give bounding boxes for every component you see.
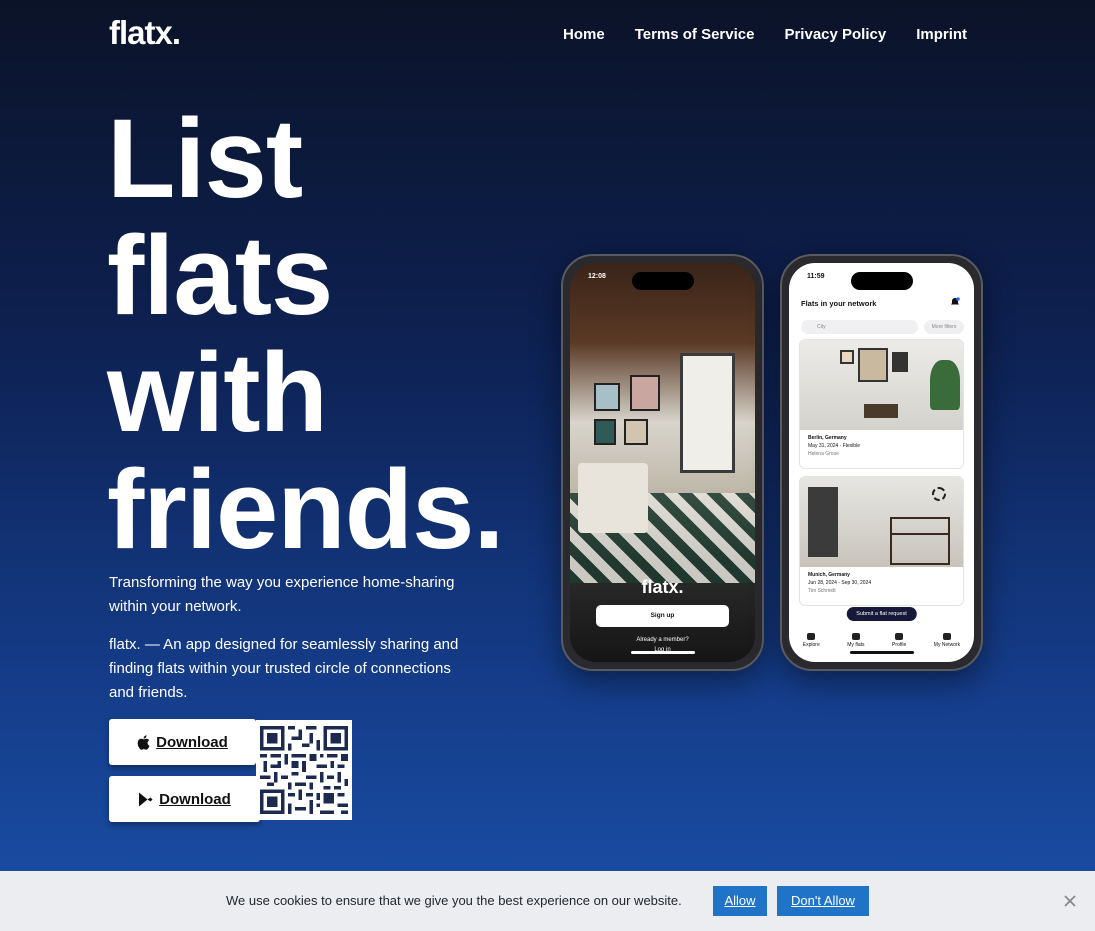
download-qr-code bbox=[256, 720, 352, 820]
home-indicator bbox=[849, 651, 914, 654]
phone-mockup-feed: 11:59 Flats in your network City More fi… bbox=[780, 254, 983, 671]
phone-notch bbox=[631, 272, 694, 290]
submit-flat-request-button[interactable]: Submit a flat request bbox=[846, 607, 917, 621]
cookie-allow-button[interactable]: Allow bbox=[713, 886, 767, 916]
bottom-tab-bar: Explore My flats Profile My Network bbox=[789, 633, 974, 648]
nav-imprint-link[interactable]: Imprint bbox=[916, 26, 967, 43]
play-store-download-label: Download bbox=[159, 790, 231, 808]
city-search-input[interactable]: City bbox=[801, 320, 918, 334]
room-window-image bbox=[680, 353, 735, 473]
flat-owner: Tim Schmidt bbox=[808, 588, 836, 594]
hero-tagline: Transforming the way you experience home… bbox=[109, 574, 455, 615]
hero-title-line: flats bbox=[107, 213, 333, 338]
hero-title-line: friends. bbox=[107, 447, 505, 572]
google-play-icon bbox=[138, 792, 153, 807]
bed-image bbox=[578, 463, 648, 533]
nav-terms-link[interactable]: Terms of Service bbox=[635, 26, 755, 43]
wall-art-image bbox=[624, 419, 648, 445]
tab-label: My Network bbox=[933, 642, 961, 648]
flat-card-info: Berlin, Germany May 31, 2024 · Flexible … bbox=[800, 430, 963, 462]
cookie-deny-button[interactable]: Don't Allow bbox=[777, 886, 869, 916]
feed-screen: 11:59 Flats in your network City More fi… bbox=[789, 263, 974, 662]
hero-title-line: with bbox=[107, 330, 328, 455]
home-icon bbox=[851, 633, 860, 640]
tab-label: My flats bbox=[847, 642, 865, 648]
flat-city: Munich, Germany bbox=[808, 572, 850, 578]
flat-card-info: Munich, Germany Jun 28, 2024 - Sep 30, 2… bbox=[800, 567, 963, 599]
cookie-notice-text: We use cookies to ensure that we give yo… bbox=[226, 893, 682, 908]
flat-dates: Jun 28, 2024 - Sep 30, 2024 bbox=[808, 580, 872, 586]
hero-title-line: List bbox=[107, 96, 303, 221]
cookie-banner: We use cookies to ensure that we give yo… bbox=[0, 871, 1095, 931]
flat-city: Berlin, Germany bbox=[808, 435, 847, 441]
flat-owner: Helena Grose bbox=[808, 451, 839, 457]
wall-art-image bbox=[594, 383, 620, 411]
flat-card[interactable]: Berlin, Germany May 31, 2024 · Flexible … bbox=[799, 339, 964, 469]
hero-title: List flats with friends. bbox=[107, 100, 547, 568]
nav-privacy-link[interactable]: Privacy Policy bbox=[784, 26, 886, 43]
wall-art-image bbox=[594, 419, 616, 445]
nav-links: Home Terms of Service Privacy Policy Imp… bbox=[563, 26, 967, 43]
play-store-download-button[interactable]: Download bbox=[109, 776, 260, 822]
flat-photo bbox=[800, 477, 963, 567]
bell-icon[interactable] bbox=[950, 297, 960, 307]
tab-label: Profile bbox=[892, 642, 907, 648]
app-store-download-button[interactable]: Download bbox=[109, 719, 256, 765]
already-member-text: Already a member? bbox=[636, 637, 689, 643]
tab-explore[interactable]: Explore bbox=[803, 633, 820, 648]
flat-dates: May 31, 2024 · Flexible bbox=[808, 443, 860, 449]
site-logo[interactable]: flatx. bbox=[109, 14, 181, 52]
nav-home-link[interactable]: Home bbox=[563, 26, 605, 43]
apple-icon bbox=[137, 734, 150, 750]
flat-card[interactable]: Munich, Germany Jun 28, 2024 - Sep 30, 2… bbox=[799, 476, 964, 606]
phone-mockup-login: 12:08 flatx. Sign up Already a member? L… bbox=[561, 254, 764, 671]
app-logo: flatx. bbox=[641, 577, 684, 597]
close-icon[interactable] bbox=[1062, 893, 1078, 909]
top-nav: flatx. Home Terms of Service Privacy Pol… bbox=[0, 0, 1095, 70]
flat-photo bbox=[800, 340, 963, 430]
wall-art-image bbox=[630, 375, 660, 411]
login-screen: 12:08 flatx. Sign up Already a member? L… bbox=[570, 263, 755, 662]
hero-description: flatx. — An app designed for seamlessly … bbox=[109, 636, 459, 701]
feed-title: Flats in your network bbox=[801, 299, 877, 308]
status-bar-time: 12:08 bbox=[588, 273, 606, 280]
tab-my-network[interactable]: My Network bbox=[934, 633, 960, 648]
home-indicator bbox=[630, 651, 695, 654]
search-icon bbox=[807, 633, 816, 640]
person-icon bbox=[895, 633, 904, 640]
status-bar-time: 11:59 bbox=[807, 273, 825, 280]
qr-code-graphic bbox=[260, 726, 348, 814]
app-store-download-label: Download bbox=[156, 733, 228, 751]
tab-label: Explore bbox=[802, 642, 820, 648]
more-filters-button[interactable]: More filters bbox=[924, 320, 964, 334]
phone-notch bbox=[850, 272, 913, 290]
people-icon bbox=[942, 633, 951, 640]
signup-button[interactable]: Sign up bbox=[596, 605, 729, 627]
tab-profile[interactable]: Profile bbox=[892, 633, 906, 648]
tab-my-flats[interactable]: My flats bbox=[847, 633, 865, 648]
